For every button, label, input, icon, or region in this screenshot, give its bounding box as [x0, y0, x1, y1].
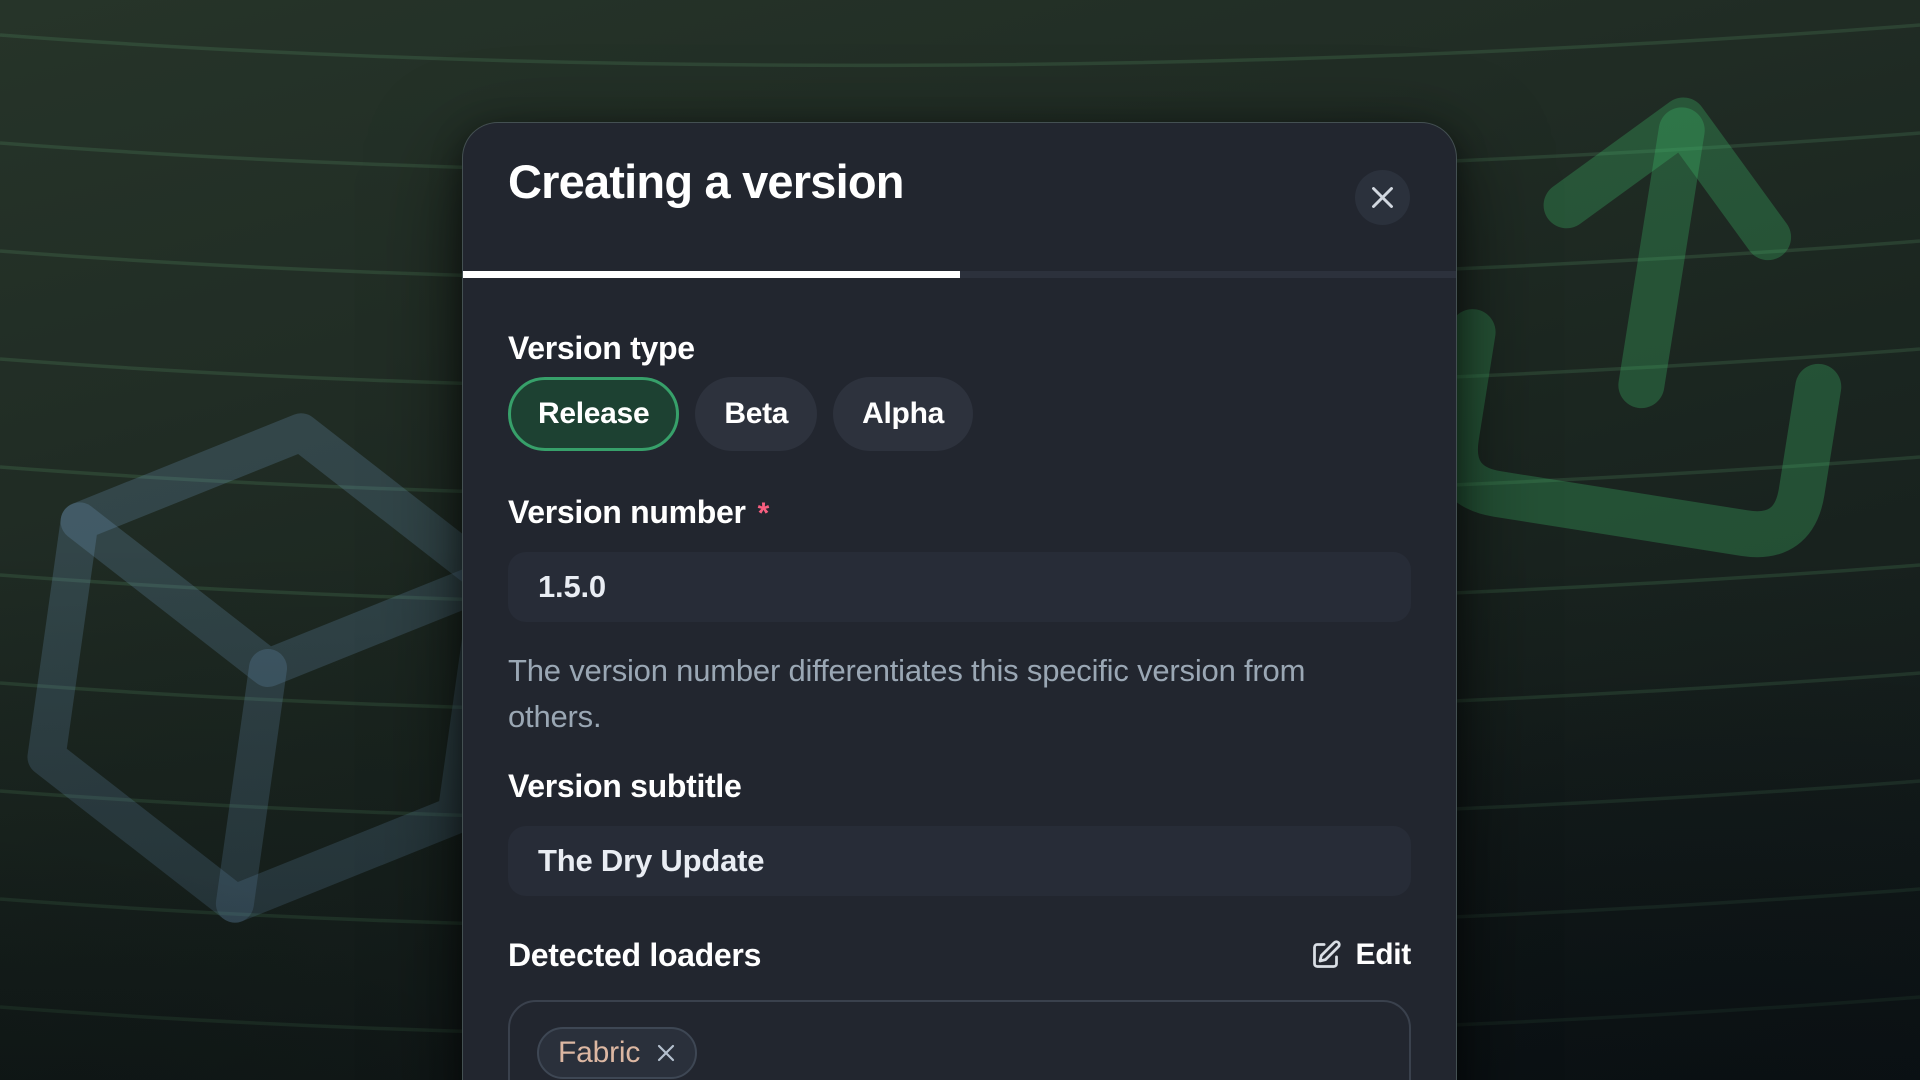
- page-background: Creating a version Version type Release …: [0, 0, 1920, 1080]
- version-type-release-button[interactable]: Release: [508, 377, 679, 451]
- create-version-modal: Creating a version Version type Release …: [462, 122, 1457, 1080]
- detected-loaders-row: Detected loaders Edit: [508, 934, 1411, 976]
- progress-bar: [463, 271, 1456, 278]
- detected-loaders-label: Detected loaders: [508, 935, 761, 975]
- loader-chip-fabric: Fabric: [537, 1027, 697, 1079]
- version-type-label: Version type: [508, 328, 1411, 368]
- version-number-label: Version number: [508, 492, 746, 532]
- progress-fill: [463, 271, 960, 278]
- modal-body: Version type Release Beta Alpha Version …: [463, 328, 1456, 1080]
- edit-loaders-button[interactable]: Edit: [1309, 938, 1411, 972]
- modal-title: Creating a version: [508, 153, 904, 211]
- version-number-helper-text: The version number differentiates this s…: [508, 648, 1411, 740]
- version-type-options: Release Beta Alpha: [508, 377, 1411, 451]
- version-type-alpha-button[interactable]: Alpha: [833, 377, 973, 451]
- edit-pencil-icon: [1309, 939, 1342, 972]
- loader-chip-label: Fabric: [558, 1036, 640, 1070]
- edit-label: Edit: [1356, 938, 1411, 972]
- remove-loader-icon[interactable]: [654, 1041, 678, 1065]
- detected-loaders-box: Fabric: [508, 1000, 1411, 1080]
- version-subtitle-input[interactable]: [508, 826, 1411, 896]
- version-type-beta-button[interactable]: Beta: [695, 377, 817, 451]
- modal-header: Creating a version: [463, 123, 1456, 271]
- close-button[interactable]: [1355, 170, 1410, 225]
- version-number-input[interactable]: [508, 552, 1411, 622]
- required-asterisk: *: [758, 497, 770, 531]
- close-icon: [1369, 184, 1396, 211]
- version-subtitle-label: Version subtitle: [508, 766, 1411, 806]
- version-number-label-row: Version number *: [508, 492, 1411, 532]
